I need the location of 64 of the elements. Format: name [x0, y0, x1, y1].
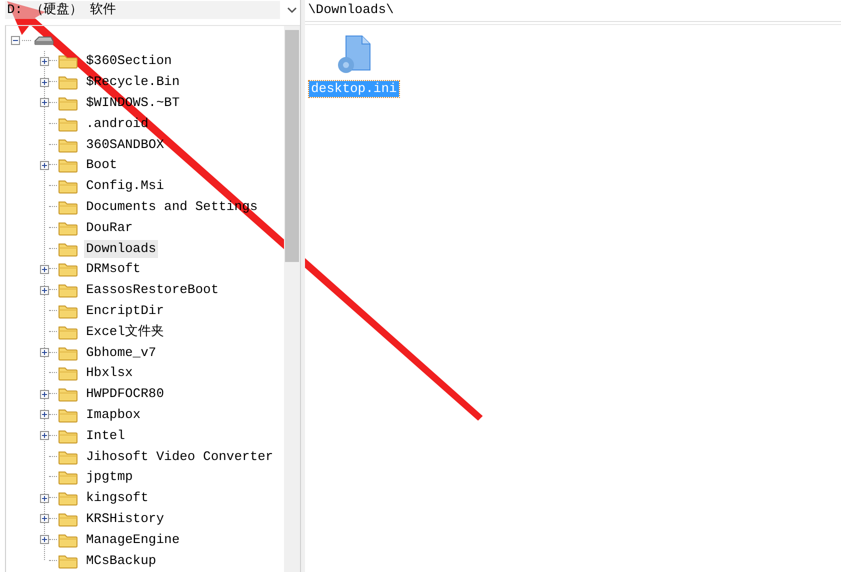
path-label: \Downloads\: [305, 0, 841, 22]
expand-icon[interactable]: [40, 390, 49, 399]
folder-icon: [58, 406, 78, 423]
tree-item[interactable]: DouRar: [84, 218, 135, 237]
folder-icon: [58, 469, 78, 486]
hard-drive-icon[interactable]: [34, 34, 54, 46]
tree-item[interactable]: KRSHistory: [84, 510, 166, 528]
expand-icon[interactable]: [40, 348, 49, 358]
tree-item[interactable]: Boot: [84, 156, 120, 174]
expand-icon[interactable]: [40, 78, 49, 87]
folder-icon: [58, 261, 78, 278]
tree-item[interactable]: Hbxlsx: [84, 364, 135, 382]
folder-icon: [58, 157, 78, 174]
tree-item[interactable]: $360Section: [84, 52, 174, 70]
expand-icon[interactable]: [40, 56, 49, 66]
drive-dropdown[interactable]: D: （硬盘） 软件: [5, 1, 280, 19]
tree-item[interactable]: DRMsoft: [84, 260, 143, 278]
folder-icon: [58, 282, 78, 298]
tree-item[interactable]: EassosRestoreBoot: [84, 281, 221, 300]
folder-icon: [58, 490, 78, 506]
expand-icon[interactable]: [40, 514, 49, 524]
tree-item[interactable]: HWPDFOCR80: [84, 385, 166, 404]
folder-icon: [58, 53, 78, 70]
tree-item[interactable]: Excel文件夹: [84, 322, 166, 341]
folder-icon: [58, 74, 78, 90]
expand-icon[interactable]: [40, 410, 49, 420]
folder-icon: [58, 324, 78, 340]
collapse-icon[interactable]: [11, 36, 20, 45]
expand-icon[interactable]: [40, 494, 49, 503]
folder-icon: [58, 220, 78, 236]
folder-icon: [58, 552, 78, 569]
tree-item[interactable]: Config.Msi: [84, 177, 166, 196]
folder-icon: [58, 240, 78, 257]
scrollbar[interactable]: [284, 26, 300, 572]
tree-item[interactable]: Downloads: [84, 240, 158, 258]
folder-icon: [58, 136, 78, 153]
expand-icon[interactable]: [40, 286, 49, 295]
tree-item[interactable]: Jihosoft Video Converter: [84, 448, 276, 466]
tree-item[interactable]: jpgtmp: [84, 468, 135, 486]
tree-item[interactable]: ManageEngine: [84, 530, 182, 549]
tree-item[interactable]: Imapbox: [84, 406, 143, 424]
folder-icon: [58, 302, 78, 319]
folder-icon: [58, 532, 78, 548]
folder-icon: [58, 344, 78, 361]
tree-item[interactable]: Intel: [84, 426, 128, 445]
tree-item[interactable]: Gbhome_v7: [84, 344, 158, 362]
tree-item[interactable]: MCsBackup: [84, 552, 158, 570]
expand-icon[interactable]: [40, 535, 49, 544]
tree-item[interactable]: EncriptDir: [84, 302, 166, 320]
folder-icon: [58, 428, 78, 444]
expand-icon[interactable]: [40, 264, 49, 274]
folder-icon: [58, 365, 78, 382]
folder-icon: [58, 94, 78, 111]
folder-icon: [58, 198, 78, 215]
tree-item[interactable]: 360SANDBOX: [84, 136, 166, 154]
folder-icon: [58, 448, 78, 465]
tree-item[interactable]: kingsoft: [84, 489, 150, 508]
expand-icon[interactable]: [40, 98, 49, 108]
expand-icon[interactable]: [40, 160, 49, 170]
folder-icon: [58, 178, 78, 194]
folder-icon: [58, 386, 78, 402]
folder-icon: [58, 510, 78, 527]
expand-icon[interactable]: [40, 431, 49, 440]
folder-icon: [58, 116, 78, 132]
